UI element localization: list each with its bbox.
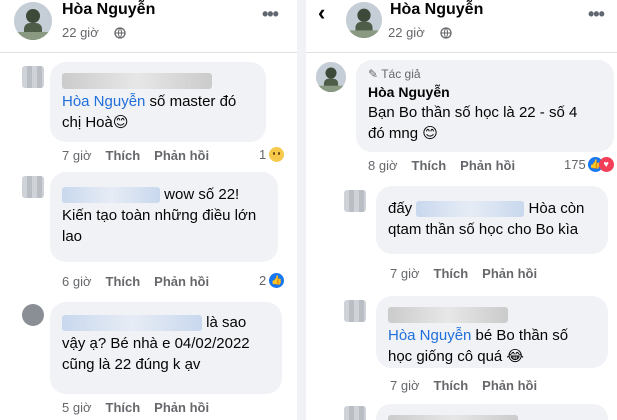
blurred-name (62, 73, 212, 90)
comment-text: đó mng 😊 (368, 125, 438, 142)
reply-bubble: đấy Hòa còn qtam thần số học cho Bo kìa (376, 186, 608, 254)
reply-button[interactable]: Phản hồi (482, 378, 537, 393)
blurred-name (388, 415, 518, 420)
header-divider (0, 52, 297, 53)
like-button[interactable]: Thích (106, 148, 141, 163)
love-reaction-icon: ♥ (598, 157, 614, 172)
comment-text: wow số 22! (164, 186, 240, 203)
comment-text: bé Bo thần số (471, 327, 569, 344)
commenter-avatar[interactable] (344, 190, 366, 212)
reaction-count: 1 (259, 147, 267, 162)
comment-time[interactable]: 7 giờ (390, 378, 420, 393)
mention-link[interactable]: Hòa Nguyễn (388, 327, 471, 344)
author-comment-bubble: ✎ Tác giả Hòa Nguyễn Bạn Bo thần số học … (356, 60, 614, 152)
comment-text: đấy (388, 200, 413, 217)
reply-button[interactable]: Phản hồi (482, 266, 537, 281)
reply-button[interactable]: Phản hồi (154, 274, 209, 289)
post-header: ‹ Hòa Nguyễn 22 giờ ••• (306, 0, 617, 52)
comment-actions: 5 giờ Thích Phản hồi (62, 400, 223, 415)
comment-bubble: wow số 22! Kiến tạo toàn những điều lớn … (50, 172, 278, 262)
comment-text: cũng là 22 đúng k ạv (62, 356, 201, 373)
commenter-avatar[interactable] (22, 176, 44, 198)
more-options-icon[interactable]: ••• (262, 4, 279, 25)
comment-time[interactable]: 7 giờ (62, 148, 92, 163)
avatar-photo-icon (316, 62, 346, 92)
profile-avatar[interactable] (14, 2, 52, 40)
commenter-avatar[interactable] (22, 304, 44, 326)
header-divider (306, 52, 617, 53)
blurred-name (62, 187, 160, 204)
comment-time[interactable]: 7 giờ (390, 266, 420, 281)
like-button[interactable]: Thích (412, 158, 447, 173)
author-name[interactable]: Hòa Nguyễn (368, 82, 602, 102)
haha-reaction-icon (269, 147, 285, 162)
more-options-icon[interactable]: ••• (588, 4, 605, 25)
globe-icon (114, 27, 126, 39)
comment-text: vậy ạ? Bé nhà e 04/02/2022 (62, 335, 250, 352)
comment-text: học giống cô quá 😂 (388, 348, 524, 365)
left-screenshot-panel: Hòa Nguyễn 22 giờ ••• Hòa Nguyễn số mast… (0, 0, 297, 420)
like-button[interactable]: Thích (434, 266, 469, 281)
right-screenshot-panel: ‹ Hòa Nguyễn 22 giờ ••• ✎ Tác giả Hòa Ng… (306, 0, 617, 420)
profile-name[interactable]: Hòa Nguyễn (62, 1, 155, 19)
comment-bubble: là sao vậy ạ? Bé nhà e 04/02/2022 cũng l… (50, 302, 282, 394)
comment-time[interactable]: 8 giờ (368, 158, 398, 173)
avatar-photo-icon (346, 2, 382, 38)
avatar-photo-icon (14, 2, 52, 40)
reply-bubble: Hòa Nguyễn bé Bo thần số học giống cô qu… (376, 296, 608, 368)
post-time[interactable]: 22 giờ (62, 25, 99, 40)
reply-button[interactable]: Phản hồi (154, 400, 209, 415)
blurred-name (62, 315, 202, 332)
commenter-avatar[interactable] (344, 406, 366, 420)
reaction-summary[interactable]: 2 👍 (259, 273, 285, 288)
author-avatar[interactable] (316, 62, 346, 92)
like-button[interactable]: Thích (434, 378, 469, 393)
back-arrow-icon[interactable]: ‹ (318, 0, 325, 26)
panel-divider (297, 0, 306, 420)
profile-name[interactable]: Hòa Nguyễn (390, 1, 483, 19)
comment-text: lao (62, 228, 83, 245)
comment-text: Hòa còn (528, 200, 585, 217)
blurred-name (388, 307, 508, 324)
pencil-icon: ✎ (368, 67, 379, 81)
like-button[interactable]: Thích (106, 400, 141, 415)
reply-button[interactable]: Phản hồi (460, 158, 515, 173)
like-reaction-icon: 👍 (269, 273, 285, 288)
commenter-avatar[interactable] (22, 66, 44, 88)
post-header: Hòa Nguyễn 22 giờ ••• (0, 0, 297, 52)
commenter-avatar[interactable] (344, 300, 366, 322)
comment-text: số master đó (145, 93, 237, 110)
comment-actions: 7 giờ Thích Phản hồi (62, 148, 223, 163)
comment-bubble: Hòa Nguyễn số master đó chị Hoà😊 (50, 62, 266, 142)
comment-actions: 6 giờ Thích Phản hồi (62, 274, 223, 289)
reply-button[interactable]: Phản hồi (154, 148, 209, 163)
comment-text: Bạn Bo thần số học là 22 - số 4 (368, 104, 578, 121)
author-tag: Tác giả (381, 67, 421, 81)
comment-text: là sao (206, 314, 247, 331)
like-button[interactable]: Thích (106, 274, 141, 289)
blurred-name (416, 201, 525, 218)
comment-time[interactable]: 6 giờ (62, 274, 92, 289)
reply-bubble (376, 404, 608, 420)
comment-text: qtam thần số học cho Bo kìa (388, 221, 579, 238)
comment-actions: 8 giờ Thích Phản hồi (368, 158, 529, 173)
profile-avatar[interactable] (346, 2, 382, 38)
comment-time[interactable]: 5 giờ (62, 400, 92, 415)
reaction-summary[interactable]: 1 (259, 147, 285, 162)
globe-icon (440, 27, 452, 39)
comment-text: Kiến tạo toàn những điều lớn (62, 207, 257, 224)
reaction-count: 2 (259, 273, 267, 288)
comment-actions: 7 giờ Thích Phản hồi (390, 378, 551, 393)
reaction-count: 175 (564, 157, 586, 172)
reaction-summary[interactable]: 175 👍 ♥ (564, 157, 614, 172)
mention-link[interactable]: Hòa Nguyễn (62, 93, 145, 110)
post-time[interactable]: 22 giờ (388, 25, 425, 40)
comment-text: chị Hoà😊 (62, 114, 129, 131)
comment-actions: 7 giờ Thích Phản hồi (390, 266, 551, 281)
